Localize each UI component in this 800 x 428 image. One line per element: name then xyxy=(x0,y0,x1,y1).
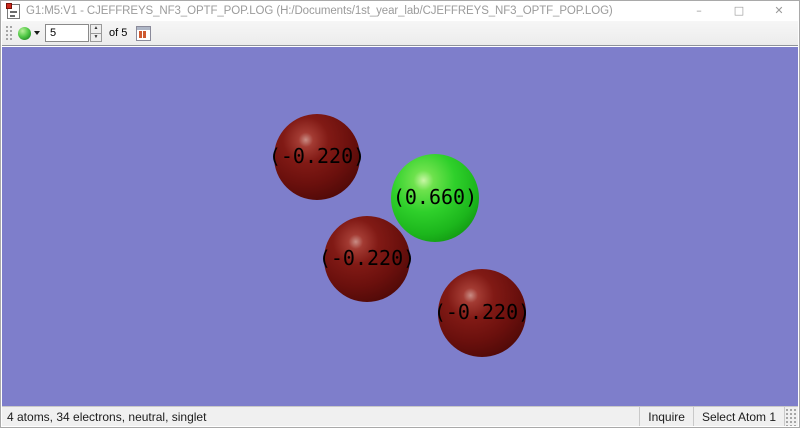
chevron-down-icon xyxy=(34,31,40,35)
frame-list-icon[interactable] xyxy=(136,25,152,41)
viewport[interactable]: (-0.220) (-0.220) (0.660) (-0.220) xyxy=(2,47,798,406)
status-bar: 4 atoms, 34 electrons, neutral, singlet … xyxy=(2,406,798,426)
app-log-file-icon xyxy=(6,2,20,19)
app-icon-red-square xyxy=(6,2,12,9)
molecule-summary: 4 atoms, 34 electrons, neutral, singlet xyxy=(7,409,207,424)
frame-list-icon-bar xyxy=(143,30,147,38)
atom-fluorine-top-left[interactable]: (-0.220) xyxy=(269,114,365,200)
maximize-icon[interactable]: □ xyxy=(719,1,759,21)
atom-charge-label: (-0.220) xyxy=(433,300,531,325)
atom-charge-label: (-0.220) xyxy=(318,246,416,271)
title-bar[interactable]: G1:M5:V1 - CJEFFREYS_NF3_OPTF_POP.LOG (H… xyxy=(1,1,799,21)
window-controls: – □ ✕ xyxy=(679,1,799,21)
minimize-icon[interactable]: – xyxy=(679,1,719,21)
app-icon-text-line xyxy=(10,10,17,13)
active-atom-button[interactable] xyxy=(16,26,42,41)
app-icon-text-line xyxy=(10,14,15,17)
toolbar-drag-handle[interactable] xyxy=(5,24,12,42)
frame-number-input[interactable] xyxy=(45,24,89,42)
atom-nitrogen-center[interactable]: (0.660) xyxy=(391,154,479,242)
window-title: G1:M5:V1 - CJEFFREYS_NF3_OPTF_POP.LOG (H… xyxy=(26,5,613,17)
status-panels: Inquire Select Atom 1 xyxy=(639,407,784,426)
atom-charge-label: (-0.220) xyxy=(268,144,366,169)
close-icon[interactable]: ✕ xyxy=(759,1,799,21)
frame-spinner: ▲ ▼ xyxy=(90,24,102,42)
frame-toolbar: ▲ ▼ of 5 xyxy=(2,21,798,46)
atom-fluorine-bottom-right[interactable]: (-0.220) xyxy=(434,269,530,357)
status-panel-inquire: Inquire xyxy=(639,407,693,426)
frame-list-icon-bar xyxy=(139,30,143,38)
spin-down-icon[interactable]: ▼ xyxy=(90,33,102,42)
atom-charge-label: (0.660) xyxy=(392,185,478,210)
green-atom-icon xyxy=(18,26,31,40)
spin-up-icon[interactable]: ▲ xyxy=(90,24,102,34)
frame-total-label: of 5 xyxy=(109,27,128,39)
atom-fluorine-middle[interactable]: (-0.220) xyxy=(319,216,415,302)
status-panel-select-atom-1: Select Atom 1 xyxy=(692,407,784,426)
resize-grip[interactable] xyxy=(784,407,798,426)
gaussview-window: G1:M5:V1 - CJEFFREYS_NF3_OPTF_POP.LOG (H… xyxy=(0,0,800,428)
frame-list-icon-header xyxy=(137,26,151,30)
